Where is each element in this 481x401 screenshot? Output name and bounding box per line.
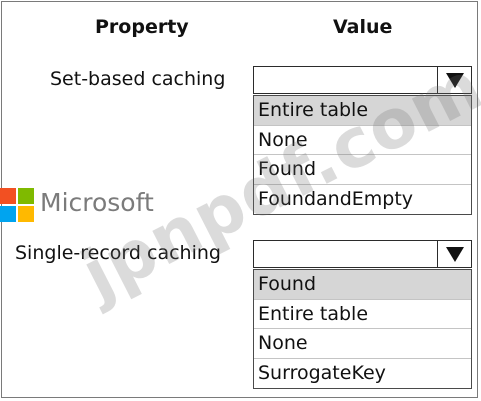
option-none[interactable]: None [254, 126, 471, 155]
set-based-caching-label: Set-based caching [50, 68, 226, 90]
triangle-down-icon [445, 72, 464, 88]
microsoft-logo-icon [0, 188, 34, 222]
option-entire-table[interactable]: Entire table [254, 96, 471, 126]
set-based-caching-options: Entire table None Found FoundandEmpty [253, 95, 472, 215]
option-none[interactable]: None [254, 329, 471, 359]
value-column-header: Value [333, 16, 393, 38]
single-record-caching-options: Found Entire table None SurrogateKey [253, 269, 472, 389]
microsoft-logo-text: Microsoft [40, 188, 154, 217]
option-entire-table[interactable]: Entire table [254, 300, 471, 329]
property-column-header: Property [95, 16, 189, 38]
option-found[interactable]: Found [254, 270, 471, 300]
single-record-caching-label: Single-record caching [15, 242, 221, 264]
dropdown-arrow-button[interactable] [437, 67, 471, 93]
option-surrogatekey[interactable]: SurrogateKey [254, 359, 471, 389]
option-foundandempty[interactable]: FoundandEmpty [254, 185, 471, 215]
single-record-caching-dropdown[interactable] [253, 240, 472, 268]
option-found[interactable]: Found [254, 155, 471, 185]
dropdown-arrow-button[interactable] [437, 241, 471, 267]
set-based-caching-dropdown[interactable] [253, 66, 472, 94]
triangle-down-icon [445, 246, 464, 262]
